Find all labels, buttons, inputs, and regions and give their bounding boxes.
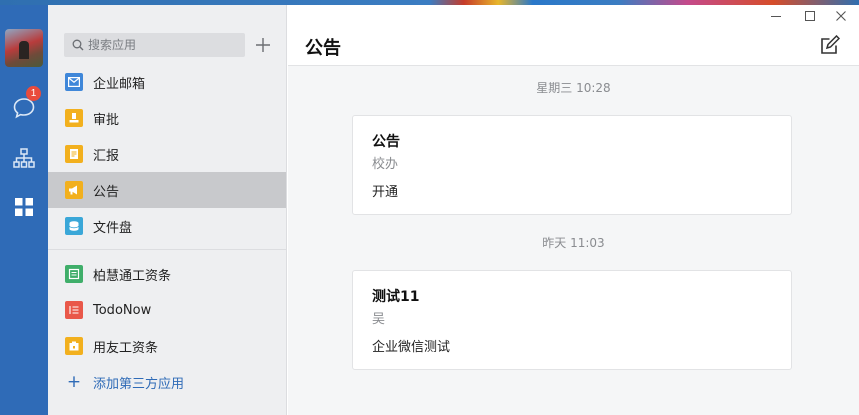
- search-input[interactable]: [88, 38, 238, 52]
- app-item-payslip-bhc[interactable]: 柏慧通工资条: [48, 256, 286, 292]
- card-title: 测试11: [372, 289, 420, 305]
- app-item-todonow[interactable]: TodoNow: [48, 292, 286, 328]
- payslip-icon: [65, 265, 83, 283]
- app-item-announcement[interactable]: 公告: [48, 172, 286, 208]
- card-title: 公告: [372, 134, 400, 150]
- nav-contacts-button[interactable]: [8, 142, 40, 174]
- app-item-label: 用友工资条: [93, 340, 159, 356]
- grid-apps-icon: [15, 198, 33, 216]
- edit-icon: [821, 34, 841, 54]
- page-title: 公告: [305, 38, 341, 59]
- app-item-label: 文件盘: [93, 220, 133, 236]
- announcement-card[interactable]: 测试11 吴 企业微信测试: [352, 270, 792, 370]
- announcement-icon: [65, 181, 83, 199]
- maximize-icon: [805, 11, 815, 21]
- compose-button[interactable]: [820, 34, 841, 55]
- approval-icon: [65, 109, 83, 127]
- app-item-report[interactable]: 汇报: [48, 136, 286, 172]
- add-app-button[interactable]: [252, 34, 274, 56]
- card-body: 企业微信测试: [372, 340, 451, 355]
- search-box[interactable]: [64, 33, 245, 57]
- app-item-label: 企业邮箱: [93, 76, 146, 92]
- app-item-label: 审批: [93, 112, 120, 128]
- app-item-mail[interactable]: 企业邮箱: [48, 64, 286, 100]
- main-content: 公告 星期三 10:28 公告 校办 开通 昨天 11:03 测试11 吴 企业…: [288, 5, 859, 415]
- file-drive-icon: [65, 217, 83, 235]
- content-header: 公告: [288, 5, 859, 66]
- card-body: 开通: [372, 185, 399, 200]
- app-item-payslip-yonyou[interactable]: 用友工资条: [48, 328, 286, 364]
- payslip-icon: [65, 337, 83, 355]
- avatar[interactable]: [5, 29, 43, 67]
- app-item-label: 汇报: [93, 148, 120, 164]
- app-item-label: 公告: [93, 184, 120, 200]
- app-item-label: 柏慧通工资条: [93, 268, 172, 284]
- left-navbar: 1: [0, 5, 48, 415]
- app-item-approval[interactable]: 审批: [48, 100, 286, 136]
- app-list-panel: 企业邮箱 审批 汇报 公告 文件盘: [48, 5, 287, 415]
- unread-badge: 1: [26, 86, 41, 101]
- add-third-party-app-link[interactable]: + 添加第三方应用: [48, 364, 286, 400]
- close-icon: [836, 11, 846, 21]
- close-button[interactable]: [831, 7, 851, 25]
- add-third-party-label: 添加第三方应用: [93, 376, 185, 392]
- plus-icon: [256, 38, 270, 52]
- post-timestamp: 星期三 10:28: [536, 81, 611, 95]
- org-chart-icon: [13, 148, 35, 168]
- mail-icon: [65, 73, 83, 91]
- report-icon: [65, 145, 83, 163]
- nav-workbench-button[interactable]: [8, 191, 40, 223]
- minimize-icon: [771, 16, 781, 17]
- post-timestamp: 昨天 11:03: [542, 236, 605, 250]
- app-item-file-drive[interactable]: 文件盘: [48, 208, 286, 244]
- minimize-button[interactable]: [766, 7, 786, 25]
- app-item-label: TodoNow: [93, 302, 152, 318]
- card-author: 吴: [372, 312, 386, 327]
- nav-messages-button[interactable]: 1: [8, 86, 41, 124]
- plus-icon: +: [66, 372, 82, 392]
- app-list: 企业邮箱 审批 汇报 公告 文件盘 柏慧通工资条 TodoNow 用友工资条 +…: [48, 64, 286, 400]
- announcement-card[interactable]: 公告 校办 开通: [352, 115, 792, 215]
- card-author: 校办: [372, 157, 399, 172]
- search-icon: [72, 39, 84, 51]
- maximize-button[interactable]: [800, 7, 820, 25]
- todo-icon: [65, 301, 83, 319]
- app-list-divider: [48, 249, 286, 250]
